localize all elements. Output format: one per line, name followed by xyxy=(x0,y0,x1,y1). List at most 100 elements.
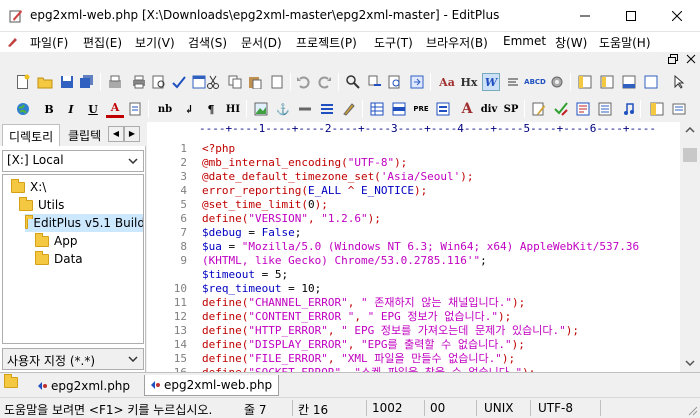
tree-item[interactable]: X:\ xyxy=(11,178,46,196)
css-button[interactable] xyxy=(574,100,592,118)
save-button[interactable] xyxy=(58,73,76,91)
replace-button[interactable] xyxy=(366,73,384,91)
minimize-button[interactable] xyxy=(562,0,608,32)
menu-document[interactable]: 문서(D) xyxy=(241,34,282,51)
highlight-button[interactable] xyxy=(126,100,144,118)
table-row-button[interactable] xyxy=(390,100,408,118)
document-menu-icon[interactable] xyxy=(6,36,18,48)
menu-view[interactable]: 보기(V) xyxy=(135,34,175,51)
close-button[interactable] xyxy=(654,0,700,32)
menu-project[interactable]: 프로젝트(P) xyxy=(296,34,357,51)
goto-button[interactable] xyxy=(408,73,426,91)
file-filter-select[interactable]: 사용자 지정 (*.*) xyxy=(2,348,144,370)
undo-button[interactable] xyxy=(294,73,312,91)
font-tag-button[interactable]: A xyxy=(458,100,476,118)
menu-emmet[interactable]: Emmet xyxy=(503,34,546,48)
tab-cliptext[interactable]: 클립텍 xyxy=(62,124,108,146)
toolbar-options-button[interactable] xyxy=(670,100,688,118)
save-all-button[interactable] xyxy=(78,73,96,91)
heading-tag-button[interactable]: HI xyxy=(224,100,242,118)
open-button[interactable] xyxy=(36,73,54,91)
ftp-upload-button[interactable] xyxy=(106,73,124,91)
comment-button[interactable] xyxy=(340,100,358,118)
menu-search[interactable]: 검색(S) xyxy=(188,34,227,51)
media-button[interactable] xyxy=(620,100,638,118)
tree-item[interactable]: Utils xyxy=(19,196,64,214)
italic-button[interactable]: I xyxy=(62,100,80,118)
cliptext-window-button[interactable] xyxy=(598,73,616,91)
edit-tag-button[interactable] xyxy=(530,100,548,118)
paragraph-button[interactable]: ¶ xyxy=(202,100,220,118)
redo-button[interactable] xyxy=(316,73,334,91)
menu-tools[interactable]: 도구(T) xyxy=(374,34,413,51)
status-line-ending[interactable]: UNIX xyxy=(484,401,514,415)
menu-help[interactable]: 도움말(H) xyxy=(599,34,651,51)
tab-directory[interactable]: 디렉토리 xyxy=(2,124,60,146)
anchor-button[interactable]: ⚓ xyxy=(274,100,292,118)
line-number: 8 xyxy=(180,240,187,253)
doc-tab-epg2xml-web-active[interactable]: epg2xml-web.php xyxy=(144,375,280,396)
image-button[interactable] xyxy=(252,100,270,118)
show-spaces-button[interactable] xyxy=(504,73,522,91)
hr-button[interactable] xyxy=(296,100,314,118)
tab-scroll-right-button[interactable]: ▶ xyxy=(124,126,140,142)
menu-edit[interactable]: 편집(E) xyxy=(83,34,122,51)
output-window-button[interactable] xyxy=(620,73,638,91)
html-preview-button[interactable] xyxy=(648,100,666,118)
select-mode-button[interactable] xyxy=(670,73,688,91)
span-button[interactable]: SP xyxy=(502,100,520,118)
close-doc-icon[interactable] xyxy=(686,54,696,64)
cut-button[interactable] xyxy=(204,73,222,91)
doc-tab-epg2xml[interactable]: epg2xml.php xyxy=(32,375,136,396)
find-in-files-button[interactable] xyxy=(386,73,404,91)
tree-item[interactable]: Data xyxy=(35,250,83,268)
print-preview-button[interactable] xyxy=(150,73,168,91)
validate-button[interactable] xyxy=(552,100,570,118)
code-token: "CHANNEL_ERROR" xyxy=(248,296,348,309)
pre-button[interactable]: PRE xyxy=(412,100,430,118)
vertical-scrollbar[interactable] xyxy=(680,122,700,372)
table-button[interactable] xyxy=(368,100,386,118)
menu-window[interactable]: 창(W) xyxy=(555,34,587,51)
bold-button[interactable]: B xyxy=(40,100,58,118)
maximize-button[interactable] xyxy=(608,0,654,32)
directory-window-button[interactable] xyxy=(576,73,594,91)
br-button[interactable]: ↲ xyxy=(180,100,198,118)
word-wrap-button[interactable]: W xyxy=(482,73,500,91)
menu-file[interactable]: 파일(F) xyxy=(30,34,68,51)
nbsp-button[interactable]: nb xyxy=(156,100,174,118)
new-file-button[interactable] xyxy=(14,73,32,91)
full-screen-button[interactable] xyxy=(642,73,660,91)
font-button[interactable]: Aa xyxy=(438,73,456,91)
editor-pane[interactable]: ----+----1----+----2----+----3----+----4… xyxy=(147,122,700,393)
status-encoding[interactable]: UTF-8 xyxy=(538,401,573,415)
menu-browser[interactable]: 브라우저(B) xyxy=(426,34,488,51)
list-button[interactable] xyxy=(318,100,336,118)
form-button[interactable] xyxy=(434,100,452,118)
font-color-button[interactable]: A xyxy=(106,100,124,118)
restore-doc-icon[interactable] xyxy=(668,54,678,64)
resize-grip-icon[interactable] xyxy=(686,404,698,416)
browser-preview-button[interactable] xyxy=(14,100,32,118)
heading-button[interactable]: Hx xyxy=(460,73,478,91)
script-button[interactable] xyxy=(596,100,614,118)
code-area[interactable]: <?php @mb_internal_encoding("UTF-8"); @dat… xyxy=(202,138,679,372)
delete-button[interactable] xyxy=(268,73,286,91)
div-button[interactable]: div xyxy=(480,100,498,118)
scroll-down-icon[interactable] xyxy=(685,360,695,366)
scroll-up-icon[interactable] xyxy=(685,127,695,133)
tabs-folder-button[interactable] xyxy=(4,374,23,391)
drive-select[interactable]: [X:] Local xyxy=(2,150,144,172)
copy-button[interactable] xyxy=(226,73,244,91)
print-button[interactable] xyxy=(130,73,148,91)
tree-item[interactable]: App xyxy=(35,232,77,250)
scroll-thumb[interactable] xyxy=(683,148,697,162)
uppercase-button[interactable]: ABCD xyxy=(524,73,546,91)
preferences-button[interactable] xyxy=(548,73,566,91)
paste-button[interactable] xyxy=(246,73,264,91)
spell-check-button[interactable] xyxy=(170,73,188,91)
find-button[interactable] xyxy=(344,73,362,91)
underline-button[interactable]: U xyxy=(84,100,102,118)
tab-scroll-left-button[interactable]: ◀ xyxy=(108,126,124,142)
tree-item-selected[interactable]: EditPlus v5.1 Build xyxy=(25,214,143,232)
